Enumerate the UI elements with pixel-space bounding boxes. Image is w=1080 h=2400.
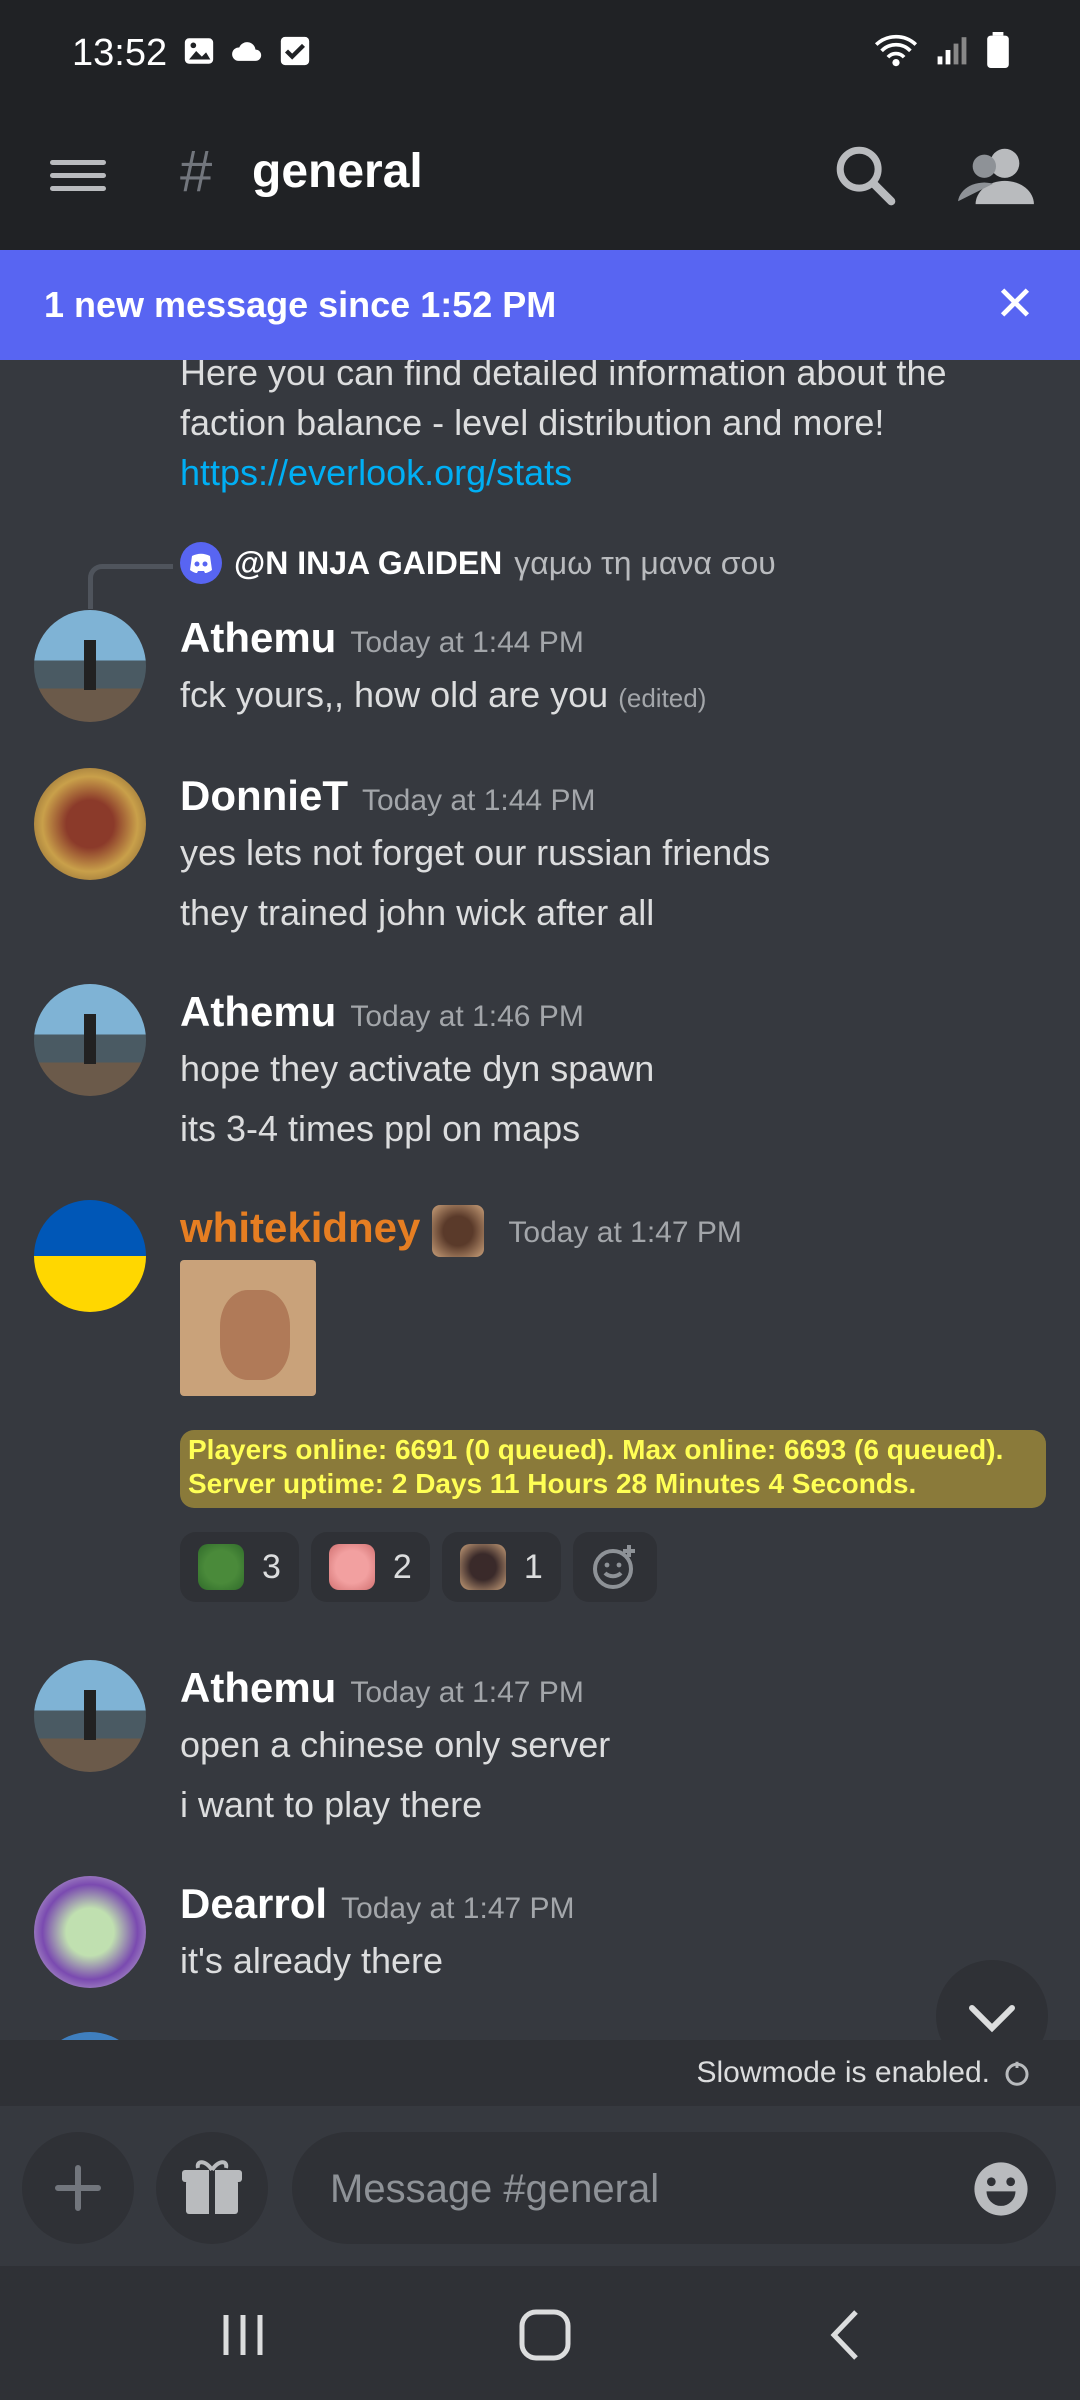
message-line: i want to play there: [180, 1784, 483, 1825]
new-messages-banner[interactable]: 1 new message since 1:52 PM ✕: [0, 250, 1080, 360]
sticker-image[interactable]: [180, 1260, 316, 1396]
plus-icon: [55, 2165, 101, 2211]
message-header: whitekidney Today at 1:47 PM: [180, 1204, 742, 1257]
search-icon[interactable]: [830, 140, 900, 210]
checkbox-icon: [280, 36, 310, 66]
message-line: hope they activate dyn spawn: [180, 1048, 655, 1089]
message-list[interactable]: Here you can find detailed information a…: [0, 360, 1080, 2040]
author-name[interactable]: Athemu: [180, 614, 336, 661]
status-left-icons: [182, 34, 312, 68]
message-header: DonnieT Today at 1:44 PM: [180, 772, 595, 820]
message-header: Athemu Today at 1:47 PM: [180, 1664, 584, 1712]
new-messages-text: 1 new message since 1:52 PM: [44, 284, 557, 325]
author-name[interactable]: Athemu: [180, 1664, 336, 1711]
channel-title: general: [252, 145, 423, 198]
signal-icon: [937, 37, 967, 65]
message-header: Dearrol Today at 1:47 PM: [180, 1880, 575, 1928]
timestamp: Today at 1:47 PM: [350, 1676, 584, 1709]
message-input-container[interactable]: [292, 2132, 1056, 2244]
reaction-pig[interactable]: 2: [310, 1532, 430, 1602]
message-composer: [0, 2106, 1080, 2266]
stats-link[interactable]: https://everlook.org/stats: [180, 452, 572, 494]
message-header: Athemu Today at 1:44 PM: [180, 614, 584, 662]
cloud-icon: [232, 42, 262, 61]
message-line: it's already there: [180, 1940, 444, 1981]
gift-button[interactable]: [156, 2132, 268, 2244]
status-right-icons: [874, 32, 1010, 68]
message-text: fck yours,, how old are you (edited): [180, 674, 706, 716]
author-name[interactable]: whitekidney: [180, 1204, 420, 1251]
timestamp: Today at 1:44 PM: [361, 784, 596, 817]
avatar[interactable]: [34, 610, 146, 722]
message-line: fck yours,, how old are you: [180, 674, 609, 715]
dog-emoji-icon: [432, 1204, 485, 1257]
add-attachment-button[interactable]: [22, 2132, 134, 2244]
slowmode-bar: Slowmode is enabled.: [0, 2040, 1080, 2106]
timestamp: Today at 1:47 PM: [341, 1892, 575, 1925]
reaction-count: 1: [523, 1547, 543, 1586]
status-bar: 13:52: [0, 0, 1080, 110]
timestamp: Today at 1:47 PM: [508, 1216, 742, 1249]
author-name[interactable]: DonnieT: [180, 772, 348, 819]
recent-apps-icon[interactable]: [208, 2300, 278, 2370]
gift-icon: [182, 2160, 242, 2214]
wifi-icon: [874, 34, 918, 67]
message-line: open a chinese only server: [180, 1724, 611, 1765]
message-header: Athemu Today at 1:46 PM: [180, 988, 584, 1036]
reaction-count: 3: [262, 1547, 281, 1586]
avatar[interactable]: [34, 1660, 146, 1772]
reaction-pepe[interactable]: 3: [180, 1532, 299, 1602]
close-icon[interactable]: ✕: [990, 280, 1040, 330]
author-name[interactable]: Athemu: [180, 988, 336, 1035]
reply-text: γαμω τη μανα σου: [514, 544, 776, 581]
reply-connector: [88, 564, 173, 609]
add-reaction-icon: [592, 1545, 635, 1589]
status-time: 13:52: [72, 32, 168, 74]
banner-line: Players online: 6691 (0 queued). Max onl…: [188, 1434, 1004, 1465]
gallery-icon: [184, 38, 214, 64]
timestamp: Today at 1:46 PM: [350, 1000, 584, 1033]
author-name[interactable]: Dearrol: [180, 1880, 327, 1927]
menu-icon[interactable]: [50, 152, 106, 208]
reply-mention[interactable]: @N INJA GAIDEN: [234, 545, 502, 582]
avatar[interactable]: [34, 2032, 146, 2040]
avatar[interactable]: [34, 1876, 146, 1988]
add-reaction-button[interactable]: [572, 1532, 657, 1602]
members-icon[interactable]: [958, 140, 1034, 210]
banner-line: Server uptime: 2 Days 11 Hours 28 Minute…: [188, 1468, 917, 1499]
message-line: yes lets not forget our russian friends: [180, 832, 771, 873]
home-icon[interactable]: [510, 2300, 580, 2370]
reply-preview[interactable]: @N INJA GAIDEN γαμω τη μανα σου: [180, 542, 776, 584]
message-line: its 3-4 times ppl on maps: [180, 1108, 581, 1149]
channel-hash-icon: #: [180, 139, 213, 204]
system-message-line: Here you can find detailed information a…: [180, 360, 947, 393]
message-line: they trained john wick after all: [180, 892, 655, 933]
pepe-emoji-icon: [198, 1544, 244, 1590]
emoji-icon[interactable]: [972, 2160, 1030, 2218]
reaction-count: 2: [392, 1547, 412, 1586]
reaction-bar: 3 2 1: [180, 1532, 657, 1602]
edited-label: (edited): [618, 683, 707, 713]
reaction-dog[interactable]: 1: [441, 1532, 561, 1602]
channel-header: # general: [0, 110, 1080, 250]
battery-icon: [987, 32, 1009, 68]
timer-icon: [1005, 2061, 1029, 2086]
avatar[interactable]: [34, 768, 146, 880]
discord-logo-icon: [180, 542, 222, 584]
timestamp: Today at 1:44 PM: [350, 626, 584, 659]
server-status-image[interactable]: Players online: 6691 (0 queued). Max onl…: [180, 1430, 1046, 1508]
pig-emoji-icon: [328, 1544, 375, 1590]
slowmode-text: Slowmode is enabled.: [696, 2056, 990, 2089]
avatar[interactable]: [34, 1200, 146, 1312]
system-nav-bar: [0, 2266, 1080, 2400]
message-input[interactable]: [328, 2152, 932, 2226]
back-icon[interactable]: [812, 2300, 882, 2370]
system-message-line: faction balance - level distribution and…: [180, 402, 885, 443]
dog-emoji-icon: [459, 1544, 506, 1590]
avatar[interactable]: [34, 984, 146, 1096]
